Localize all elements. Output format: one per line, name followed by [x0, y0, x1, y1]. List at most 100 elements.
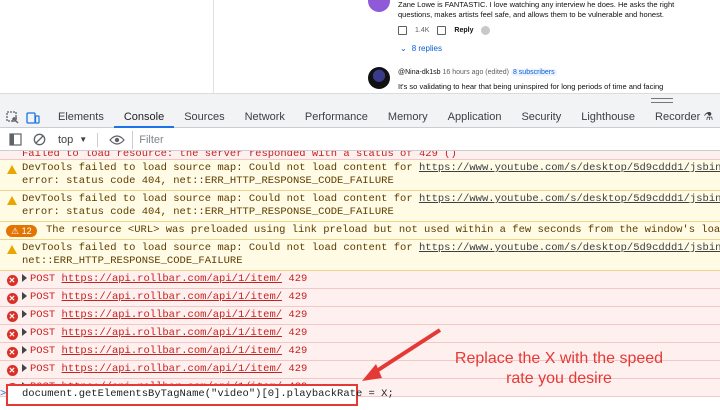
avatar[interactable]	[368, 67, 390, 89]
repeat-count-badge: ⚠ 12	[6, 225, 37, 237]
repeat-count: 12	[21, 226, 32, 236]
annotation-text: Replace the X with the speed rate you de…	[414, 349, 704, 389]
tab-security[interactable]: Security	[511, 108, 571, 128]
like-count: 1.4K	[415, 27, 430, 34]
comment-meta: 16 hours ago (edited)	[442, 69, 510, 76]
source-link[interactable]: https://www.youtube.com/s/desktop/5d9cdd…	[419, 162, 720, 174]
warning-icon	[6, 194, 18, 206]
comment-header: @Nina-dk1sb 16 hours ago (edited) 8 subs…	[398, 69, 557, 76]
clear-console-icon[interactable]	[30, 131, 48, 149]
expand-arrow-icon[interactable]	[22, 310, 27, 319]
tab-console[interactable]: Console	[113, 108, 175, 128]
annotation-line: rate you desire	[506, 370, 612, 387]
devtools-resize-bar[interactable]	[0, 93, 720, 108]
status-code: 429	[288, 273, 308, 285]
console-message: DevTools failed to load source map: Coul…	[22, 242, 419, 254]
console-message: DevTools failed to load source map: Coul…	[22, 193, 419, 205]
tab-performance[interactable]: Performance	[295, 108, 378, 128]
subscriber-badge: 8 subscribers	[510, 69, 557, 76]
chevron-down-icon: ▼	[79, 135, 88, 144]
request-method: POST	[30, 345, 56, 357]
console-message: The resource <URL> was preloaded using l…	[46, 224, 720, 236]
error-icon: ✕	[6, 310, 18, 322]
console-warning-row: DevTools failed to load source map: Coul…	[0, 240, 720, 271]
filter-input[interactable]: Filter	[132, 130, 720, 149]
error-icon: ✕	[6, 346, 18, 358]
drag-handle-icon[interactable]	[651, 98, 673, 103]
console-message: error: status code 404, net::ERR_HTTP_RE…	[22, 175, 394, 187]
error-icon: ✕	[6, 274, 18, 286]
console-error-row[interactable]: ✕ POST https://api.rollbar.com/api/1/ite…	[0, 289, 720, 307]
source-link[interactable]: https://www.youtube.com/s/desktop/5d9cdd…	[419, 242, 720, 254]
console-message: net::ERR_HTTP_RESPONSE_CODE_FAILURE	[22, 255, 243, 267]
context-label: top	[58, 133, 74, 146]
sidebar-toggle-icon[interactable]	[6, 131, 24, 149]
expand-arrow-icon[interactable]	[22, 292, 27, 301]
tab-recorder[interactable]: Recorder ⚗	[645, 108, 720, 128]
tab-memory[interactable]: Memory	[378, 108, 438, 128]
request-url[interactable]: https://api.rollbar.com/api/1/item/	[62, 309, 283, 321]
inspect-element-icon[interactable]	[6, 109, 20, 127]
flask-icon: ⚗	[703, 110, 714, 123]
warning-icon	[6, 163, 18, 175]
status-code: 429	[288, 363, 308, 375]
reply-button[interactable]: Reply	[454, 27, 473, 34]
avatar[interactable]	[368, 0, 390, 12]
request-url[interactable]: https://api.rollbar.com/api/1/item/	[62, 345, 283, 357]
device-toggle-icon[interactable]	[26, 109, 40, 127]
request-url[interactable]: https://api.rollbar.com/api/1/item/	[62, 327, 283, 339]
console-error-row[interactable]: ✕ POST https://api.rollbar.com/api/1/ite…	[0, 325, 720, 343]
expand-arrow-icon[interactable]	[22, 328, 27, 337]
eye-icon[interactable]	[108, 131, 126, 149]
request-url[interactable]: https://api.rollbar.com/api/1/item/	[62, 273, 283, 285]
tab-application[interactable]: Application	[438, 108, 512, 128]
console-command-input[interactable]: document.getElementsByTagName("video")[0…	[10, 388, 394, 400]
comment-actions: 1.4K Reply	[398, 26, 491, 35]
page-left-panel	[0, 0, 214, 93]
error-icon: ✕	[6, 364, 18, 376]
console-toolbar: top ▼ Filter	[0, 129, 720, 151]
comment-text: Zane Lowe is FANTASTIC. I love watching …	[398, 0, 675, 19]
page-area: Zane Lowe is FANTASTIC. I love watching …	[0, 0, 720, 108]
console-message: Failed to load resource: the server resp…	[22, 151, 457, 160]
divider	[97, 132, 99, 147]
console-error-row[interactable]: ✕ POST https://api.rollbar.com/api/1/ite…	[0, 307, 720, 325]
expand-arrow-icon[interactable]	[22, 274, 27, 283]
request-method: POST	[30, 309, 56, 321]
view-replies-button[interactable]: ⌄ 8 replies	[400, 44, 442, 53]
thumbs-down-icon[interactable]	[437, 26, 447, 35]
expand-arrow-icon[interactable]	[22, 364, 27, 373]
request-method: POST	[30, 291, 56, 303]
context-selector[interactable]: top ▼	[58, 134, 87, 146]
request-url[interactable]: https://api.rollbar.com/api/1/item/	[62, 363, 283, 375]
console-warning-row: DevTools failed to load source map: Coul…	[0, 191, 720, 222]
console-message: error: status code 404, net::ERR_HTTP_RE…	[22, 206, 394, 218]
request-url[interactable]: https://api.rollbar.com/api/1/item/	[62, 291, 283, 303]
console-error-row[interactable]: ✕ POST https://api.rollbar.com/api/1/ite…	[0, 271, 720, 289]
request-method: POST	[30, 273, 56, 285]
status-code: 429	[288, 345, 308, 357]
tab-lighthouse[interactable]: Lighthouse	[571, 108, 645, 128]
status-code: 429	[288, 309, 308, 321]
tab-elements[interactable]: Elements	[48, 108, 114, 128]
console-prompt[interactable]: > document.getElementsByTagName("video")…	[0, 387, 394, 401]
warning-icon: ⚠	[11, 226, 20, 236]
expand-arrow-icon[interactable]	[22, 346, 27, 355]
console-warning-row: ⚠ 12 The resource <URL> was preloaded us…	[0, 222, 720, 240]
thumbs-up-icon[interactable]	[398, 26, 407, 35]
tab-sources[interactable]: Sources	[174, 108, 234, 128]
error-icon: ✕	[6, 292, 18, 304]
comment-text: It's so validating to hear that being un…	[398, 82, 664, 91]
heart-icon	[481, 26, 491, 35]
error-icon: ✕	[6, 328, 18, 340]
request-method: POST	[30, 327, 56, 339]
tab-network[interactable]: Network	[235, 108, 295, 128]
replies-label: 8 replies	[411, 44, 442, 53]
comments-section: Zane Lowe is FANTASTIC. I love watching …	[364, 0, 720, 93]
chevron-down-icon: ⌄	[400, 44, 407, 53]
annotation-line: Replace the X with the speed	[454, 350, 664, 367]
source-link[interactable]: https://www.youtube.com/s/desktop/5d9cdd…	[419, 193, 720, 205]
status-code: 429	[288, 291, 308, 303]
devtools-tabbar: Elements Console Sources Network Perform…	[0, 108, 720, 128]
comment-author[interactable]: @Nina-dk1sb	[398, 69, 441, 76]
